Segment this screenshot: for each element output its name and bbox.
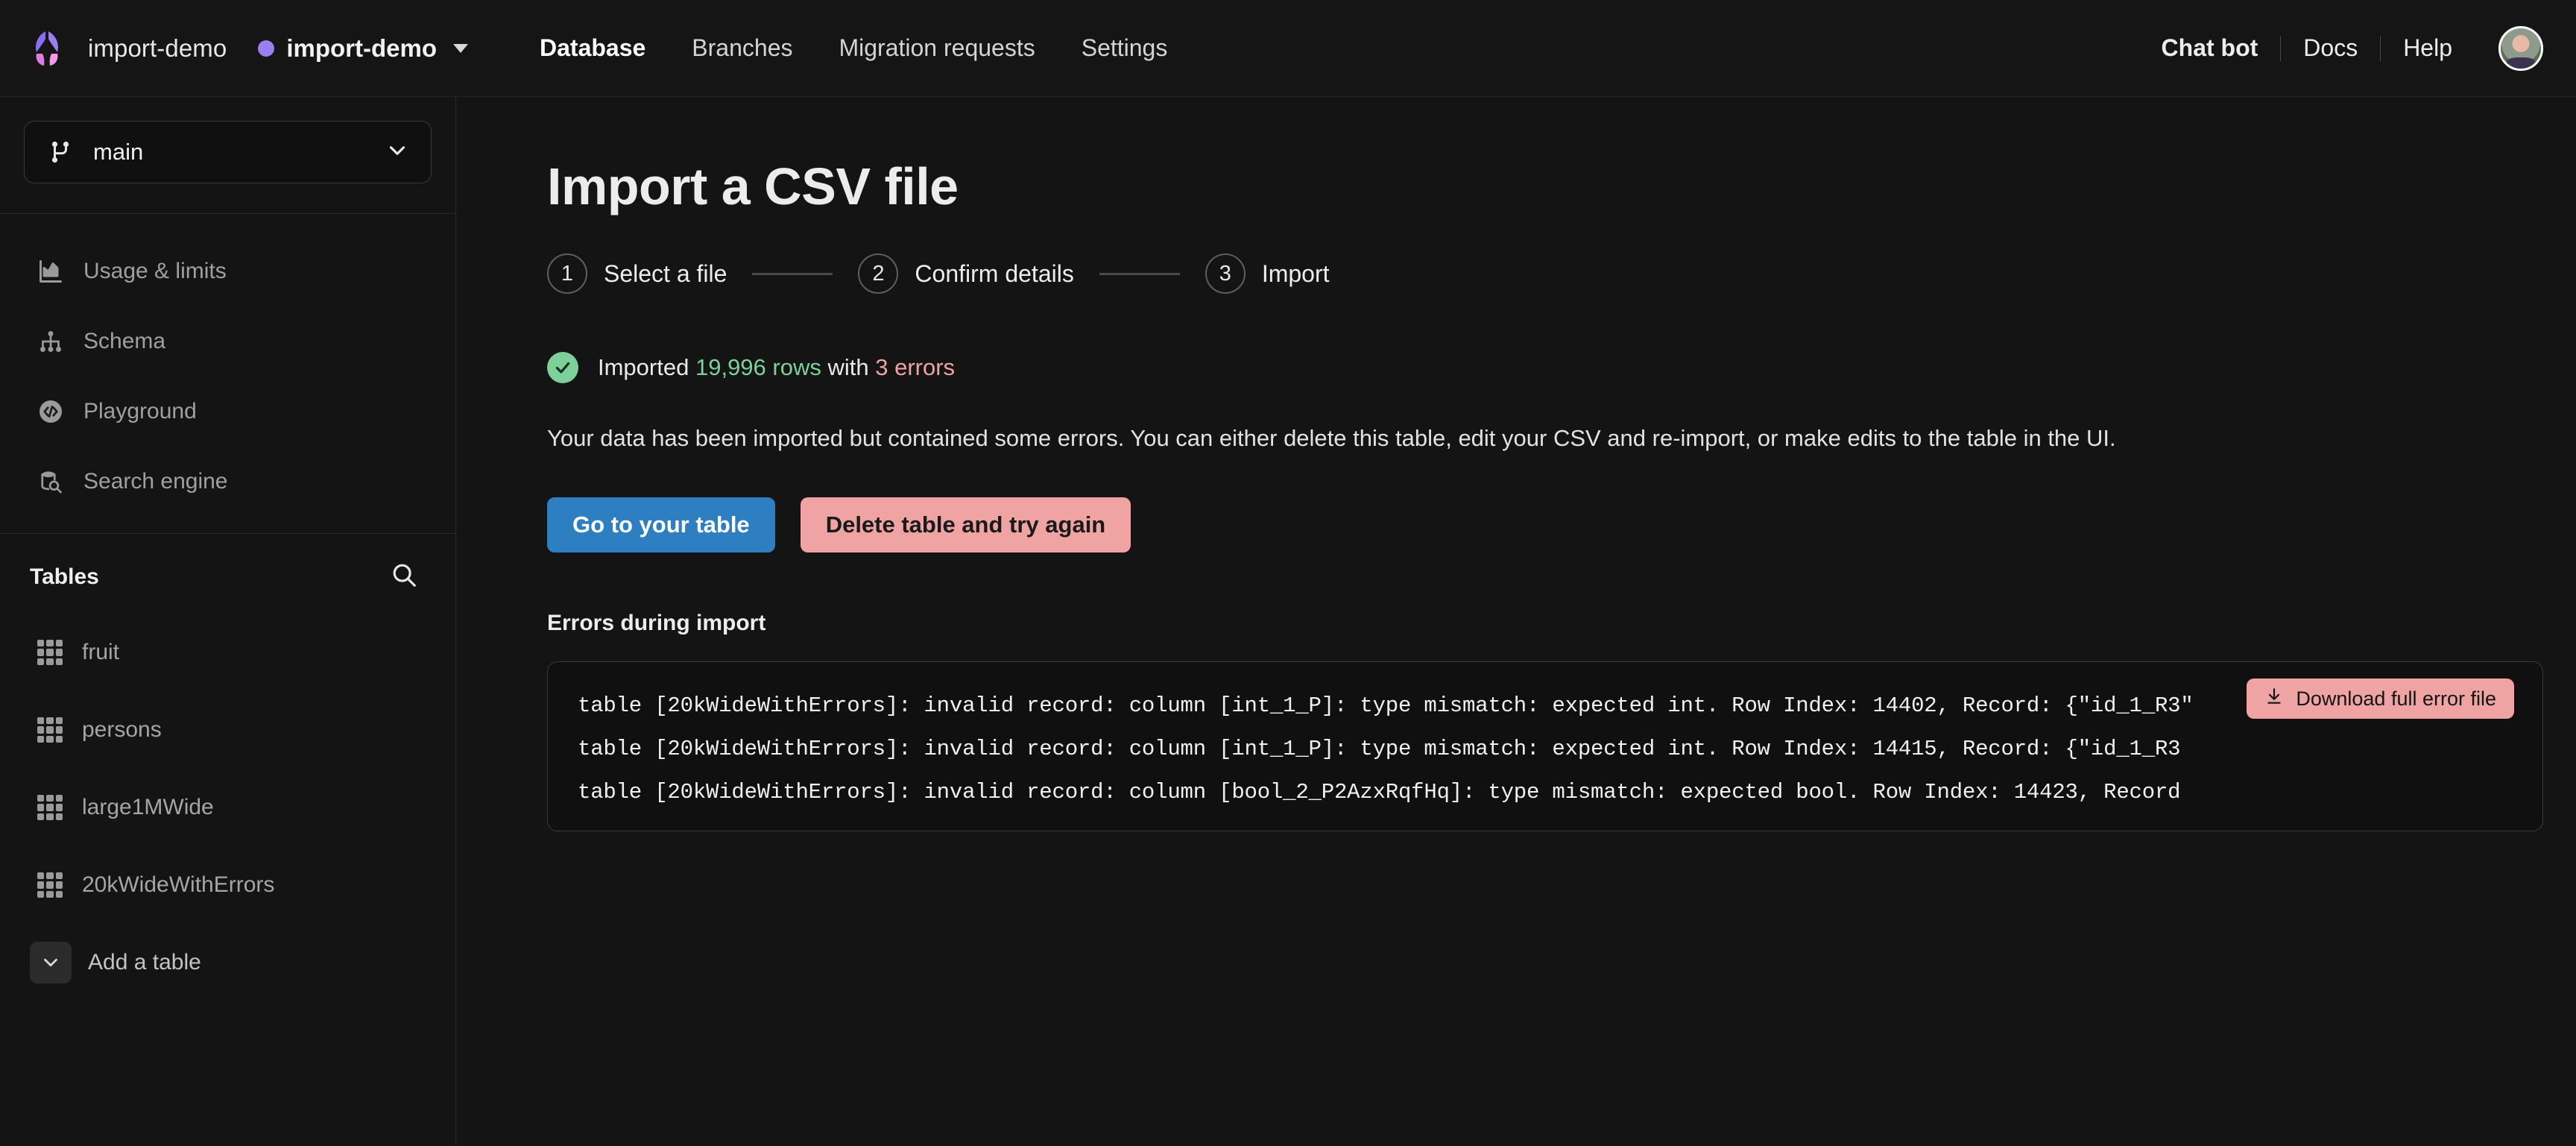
tables-header: Tables xyxy=(0,534,455,606)
chevron-down-icon xyxy=(385,138,410,167)
top-bar-right-nav: Chat bot Docs Help xyxy=(2139,25,2543,71)
errors-section-title: Errors during import xyxy=(547,611,766,636)
database-search-icon xyxy=(37,468,64,495)
sidebar: main Usage & limits Schema Playground Se… xyxy=(0,97,456,1146)
table-grid-icon xyxy=(37,640,63,665)
sidebar-item-usage-limits[interactable]: Usage & limits xyxy=(0,236,455,306)
sidebar-item-playground[interactable]: Playground xyxy=(0,377,455,447)
code-circle-icon xyxy=(37,398,64,425)
table-grid-icon xyxy=(37,872,63,898)
import-description: Your data has been imported but containe… xyxy=(547,425,2116,451)
go-to-your-table-button[interactable]: Go to your table xyxy=(547,497,775,553)
sidebar-item-search-engine[interactable]: Search engine xyxy=(0,447,455,517)
bar-chart-icon xyxy=(37,258,64,285)
download-full-error-file-button[interactable]: Download full error file xyxy=(2247,679,2514,720)
branch-selector[interactable]: main xyxy=(24,121,432,183)
chat-bot-link[interactable]: Chat bot xyxy=(2139,34,2281,62)
sidebar-item-label: Playground xyxy=(83,399,197,424)
error-log-line: table [20kWideWithErrors]: invalid recor… xyxy=(578,780,2181,805)
step-number: 1 xyxy=(547,254,587,294)
branch-name: main xyxy=(93,139,144,165)
page-title: Import a CSV file xyxy=(547,157,959,215)
chevron-down-icon xyxy=(30,942,72,983)
sidebar-item-label: Schema xyxy=(83,329,166,353)
table-item-label: large1MWide xyxy=(82,795,214,819)
docs-link[interactable]: Docs xyxy=(2281,34,2380,62)
table-item-fruit[interactable]: fruit xyxy=(0,614,455,691)
nav-item-settings[interactable]: Settings xyxy=(1082,34,1168,62)
download-icon xyxy=(2264,687,2284,711)
status-rows-count: 19,996 rows xyxy=(695,354,821,380)
import-status-row: Imported 19,996 rows with 3 errors xyxy=(547,352,2576,383)
step-connector xyxy=(1099,272,1180,275)
error-log-line: table [20kWideWithErrors]: invalid recor… xyxy=(578,737,2181,762)
step-label: Import xyxy=(1261,259,1330,287)
avatar[interactable] xyxy=(2498,25,2543,71)
step-confirm-details[interactable]: 2 Confirm details xyxy=(858,254,1074,294)
table-item-20kwidewitherrors[interactable]: 20kWideWithErrors xyxy=(0,846,455,924)
table-item-label: persons xyxy=(82,717,162,742)
add-table-label: Add a table xyxy=(88,950,201,975)
help-link[interactable]: Help xyxy=(2381,34,2475,62)
step-label: Select a file xyxy=(604,259,727,287)
sidebar-item-label: Search engine xyxy=(83,469,228,494)
import-stepper: 1 Select a file 2 Confirm details 3 Impo… xyxy=(547,254,2576,294)
step-number: 3 xyxy=(1205,254,1246,294)
caret-down-icon xyxy=(453,43,468,53)
search-icon[interactable] xyxy=(390,561,418,593)
table-item-label: 20kWideWithErrors xyxy=(82,872,275,897)
download-button-label: Download full error file xyxy=(2296,687,2496,710)
tables-title: Tables xyxy=(30,564,99,589)
action-button-row: Go to your table Delete table and try ag… xyxy=(547,497,2576,553)
branch-selector-wrapper: main xyxy=(0,97,455,213)
main-nav: Database Branches Migration requests Set… xyxy=(540,34,1167,62)
import-status-text: Imported 19,996 rows with 3 errors xyxy=(598,354,955,381)
table-item-persons[interactable]: persons xyxy=(0,691,455,769)
status-errors-count: 3 errors xyxy=(875,354,956,380)
status-prefix: Imported xyxy=(598,354,689,380)
database-dot-icon xyxy=(258,40,275,57)
nav-item-migration-requests[interactable]: Migration requests xyxy=(839,34,1035,62)
step-import[interactable]: 3 Import xyxy=(1205,254,1330,294)
top-bar: import-demo import-demo Database Branche… xyxy=(0,0,2576,97)
nav-item-database[interactable]: Database xyxy=(540,34,645,62)
delete-table-and-try-again-button[interactable]: Delete table and try again xyxy=(800,497,1131,553)
step-label: Confirm details xyxy=(915,259,1074,287)
tables-list: fruit persons large1MWide 20kWideWithErr… xyxy=(0,606,455,1001)
table-grid-icon xyxy=(37,717,63,743)
nav-item-branches[interactable]: Branches xyxy=(692,34,792,62)
step-number: 2 xyxy=(858,254,899,294)
status-middle: with xyxy=(827,354,869,380)
check-circle-icon xyxy=(547,352,578,383)
schema-hierarchy-icon xyxy=(37,328,64,355)
git-branch-icon xyxy=(47,139,74,166)
database-name: import-demo xyxy=(286,34,437,62)
table-item-large1mwide[interactable]: large1MWide xyxy=(0,769,455,846)
sidebar-item-schema[interactable]: Schema xyxy=(0,306,455,377)
add-table-button[interactable]: Add a table xyxy=(0,924,455,1001)
xata-butterfly-logo[interactable] xyxy=(25,27,69,70)
sidebar-nav-list: Usage & limits Schema Playground Search … xyxy=(0,214,455,533)
workspace-name[interactable]: import-demo xyxy=(88,34,227,63)
sidebar-item-label: Usage & limits xyxy=(83,259,227,283)
errors-log-box[interactable]: table [20kWideWithErrors]: invalid recor… xyxy=(547,661,2543,832)
main-content: Import a CSV file 1 Select a file 2 Conf… xyxy=(456,97,2576,1146)
step-connector xyxy=(752,272,833,275)
database-selector[interactable]: import-demo xyxy=(258,34,468,63)
table-grid-icon xyxy=(37,795,63,820)
brand-group: import-demo import-demo xyxy=(25,27,468,70)
table-item-label: fruit xyxy=(82,640,120,664)
step-select-a-file[interactable]: 1 Select a file xyxy=(547,254,727,294)
body-wrapper: main Usage & limits Schema Playground Se… xyxy=(0,97,2576,1146)
